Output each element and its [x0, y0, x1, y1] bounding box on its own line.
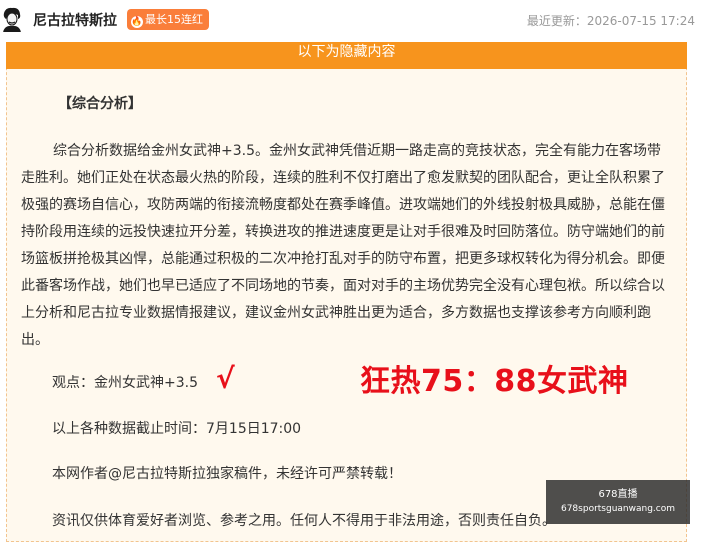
watermark-title: 678直播	[598, 489, 638, 500]
disclaimer: 资讯仅供体育爱好者浏览、参考之用。任何人不得用于非法用途，否则责任自负。	[52, 513, 556, 529]
watermark-url: 678sportsguanwang.com	[560, 504, 676, 514]
site-watermark: 678直播 678sportsguanwang.com	[546, 480, 690, 524]
analysis-paragraph: 综合分析数据给金州女武神+3.5。金州女武神凭借近期一路走高的竞技状态，完全有能…	[21, 143, 665, 348]
hidden-content-banner: 以下为隐藏内容	[6, 42, 687, 69]
streak-badge: 🔥 最长15连红	[127, 9, 209, 30]
copyright-notice: 本网作者@尼古拉特斯拉独家稿件，未经许可严禁转载！	[52, 466, 402, 482]
streak-badge-label: 最长15连红	[145, 13, 203, 26]
flame-icon: 🔥	[131, 16, 143, 28]
score-result: 狂热75：88女武神	[360, 364, 629, 399]
header: 尼古拉特斯拉 🔥 最长15连红 最近更新：2026-07-15 17:24	[0, 0, 701, 42]
last-updated: 最近更新：2026-07-15 17:24	[526, 14, 695, 28]
data-cutoff-time: 以上各种数据截止时间：7月15日17:00	[52, 421, 302, 437]
avatar[interactable]	[1, 6, 23, 32]
check-mark: √	[216, 362, 235, 395]
avatar-portrait-icon	[1, 6, 23, 32]
section-title: 【综合分析】	[58, 96, 142, 112]
author-name[interactable]: 尼古拉特斯拉	[33, 10, 117, 30]
viewpoint: 观点：金州女武神+3.5	[52, 375, 198, 391]
